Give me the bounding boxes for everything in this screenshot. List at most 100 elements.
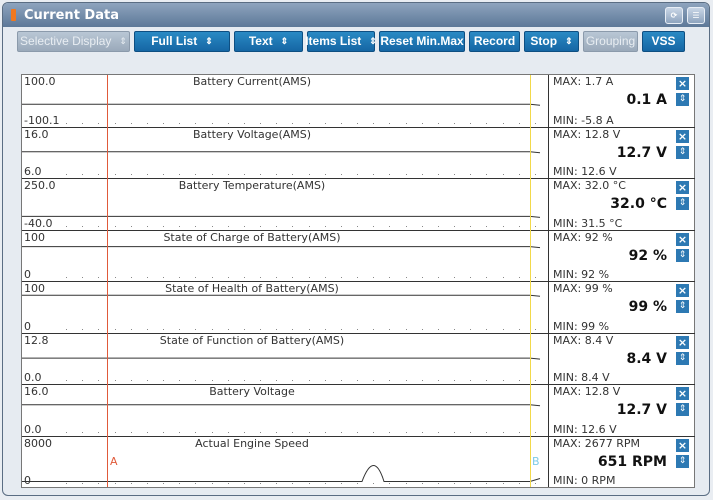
graph-row: 8000 Actual Engine Speed 0: [22, 435, 548, 487]
updown-icon[interactable]: ⇕: [676, 454, 689, 468]
window-title: Current Data: [24, 7, 119, 23]
min-value: MIN: 0 RPM: [553, 474, 616, 487]
max-value: MAX: 2677 RPM: [553, 436, 641, 450]
graph-area[interactable]: 100.0 Battery Current(AMS) -100.1 16.0 Batte…: [22, 75, 548, 487]
updown-caret-icon: ⇕: [369, 35, 377, 46]
max-value: MAX: 92 %: [553, 230, 613, 244]
updown-icon[interactable]: ⇕: [676, 351, 689, 365]
updown-icon[interactable]: ⇕: [676, 248, 689, 262]
vss-button[interactable]: VSS: [642, 30, 685, 52]
stop-dropdown[interactable]: Stop ⇕: [524, 30, 579, 52]
updown-icon[interactable]: ⇕: [676, 145, 689, 159]
cursor-a-line[interactable]: [107, 75, 108, 487]
min-value: MIN: 92 %: [553, 268, 610, 281]
min-value: MIN: 12.6 V: [553, 165, 617, 178]
stats-row: MAX: 12.8 V 12.7 V MIN: 12.6 V × ⇕: [549, 384, 695, 436]
selective-display-label: Selective Display: [20, 34, 112, 48]
current-data-window: Current Data ⟳ ☰ Selective Display ⇕ Full…: [2, 2, 710, 496]
full-list-label: Full List: [151, 34, 198, 48]
grouping-button[interactable]: Grouping: [583, 30, 638, 52]
min-value: MIN: 8.4 V: [553, 371, 610, 384]
updown-icon[interactable]: ⇕: [676, 197, 689, 210]
max-value: MAX: 32.0 °C: [553, 179, 626, 192]
orange-bar-icon: [11, 9, 16, 21]
text-label: Text: [248, 34, 273, 48]
trace-path: [22, 150, 541, 153]
current-value: 12.7 V: [616, 144, 667, 161]
max-value: MAX: 12.8 V: [553, 385, 621, 398]
max-value: MAX: 12.8 V: [553, 127, 621, 141]
stop-label: Stop: [530, 34, 558, 48]
current-value: 99 %: [628, 299, 667, 315]
trace-path: [22, 103, 541, 106]
close-icon[interactable]: ×: [676, 438, 689, 452]
close-icon[interactable]: ×: [676, 129, 689, 143]
graph-row: 16.0 Battery Voltage(AMS) 6.0: [22, 126, 548, 178]
signal-trace: [22, 245, 541, 248]
stats-row: MAX: 8.4 V 8.4 V MIN: 8.4 V × ⇕: [549, 332, 695, 384]
menu-icon[interactable]: ☰: [687, 6, 705, 24]
current-value: 92 %: [628, 247, 667, 264]
record-button[interactable]: Record: [469, 30, 520, 52]
current-value: 12.7 V: [616, 402, 667, 418]
items-list-dropdown[interactable]: Items List ⇕: [305, 30, 377, 52]
retry-icon[interactable]: ⟳: [665, 6, 683, 24]
updown-icon[interactable]: ⇕: [676, 403, 689, 416]
signal-trace: [22, 464, 541, 482]
current-value: 651 RPM: [597, 453, 667, 470]
toolbar: Selective Display ⇕ Full List ⇕ Text ⇕ Item…: [3, 27, 709, 55]
trace-path: [22, 464, 541, 482]
close-icon[interactable]: ×: [676, 232, 689, 246]
max-value: MAX: 1.7 A: [553, 75, 614, 88]
max-value: MAX: 99 %: [553, 282, 613, 295]
cursor-a-label: A: [110, 455, 118, 468]
graph-row: 100 State of Charge of Battery(AMS) 0: [22, 229, 548, 281]
min-value: MIN: 31.5 °C: [553, 216, 623, 230]
signal-trace: [22, 215, 541, 218]
selective-display-dropdown[interactable]: Selective Display ⇕: [17, 30, 130, 52]
signal-trace: [22, 150, 541, 153]
stats-row: MAX: 2677 RPM 651 RPM MIN: 0 RPM × ⇕: [549, 435, 695, 487]
data-panel: 100.0 Battery Current(AMS) -100.1 16.0 Batte…: [21, 74, 695, 488]
cursor-b-label: B: [532, 455, 540, 468]
close-icon[interactable]: ×: [676, 284, 689, 297]
graph-row: 100 State of Health of Battery(AMS) 0: [22, 281, 548, 333]
updown-caret-icon: ⇕: [565, 35, 573, 46]
updown-caret-icon: ⇕: [280, 35, 289, 46]
graph-row: 100.0 Battery Current(AMS) -100.1: [22, 75, 548, 127]
title-bar: Current Data ⟳ ☰: [3, 3, 709, 27]
cursor-b-line[interactable]: [530, 75, 531, 487]
min-value: MIN: 99 %: [553, 319, 610, 333]
trace-path: [22, 294, 541, 297]
items-list-label: Items List: [305, 34, 362, 48]
close-icon[interactable]: ×: [676, 387, 689, 400]
current-value: 8.4 V: [626, 350, 667, 367]
close-icon[interactable]: ×: [676, 335, 689, 349]
graph-row: 250.0 Battery Temperature(AMS) -40.0: [22, 178, 548, 230]
signal-trace: [22, 294, 541, 297]
graph-row: 12.8 State of Function of Battery(AMS) 0.0: [22, 332, 548, 384]
updown-caret-icon: ⇕: [119, 35, 127, 46]
stats-row: MAX: 32.0 °C 32.0 °C MIN: 31.5 °C × ⇕: [549, 178, 695, 230]
close-icon[interactable]: ×: [676, 181, 689, 194]
updown-icon[interactable]: ⇕: [676, 93, 689, 106]
signal-trace: [22, 404, 541, 407]
text-dropdown[interactable]: Text ⇕: [234, 30, 303, 52]
signal-trace: [22, 357, 541, 360]
updown-icon[interactable]: ⇕: [676, 300, 689, 313]
stats-row: MAX: 92 % 92 % MIN: 92 % × ⇕: [549, 229, 695, 281]
reset-min-max-button[interactable]: Reset Min.Max: [379, 30, 465, 52]
stats-row: MAX: 12.8 V 12.7 V MIN: 12.6 V × ⇕: [549, 126, 695, 178]
trace-path: [22, 404, 541, 407]
min-value: MIN: -5.8 A: [553, 113, 614, 127]
current-value: 0.1 A: [626, 92, 667, 108]
current-value: 32.0 °C: [610, 196, 667, 212]
trace-path: [22, 215, 541, 218]
stats-row: MAX: 1.7 A 0.1 A MIN: -5.8 A × ⇕: [549, 75, 695, 127]
max-value: MAX: 8.4 V: [553, 333, 614, 347]
full-list-dropdown[interactable]: Full List ⇕: [134, 30, 230, 52]
close-icon[interactable]: ×: [676, 77, 689, 90]
updown-caret-icon: ⇕: [205, 35, 213, 46]
stats-column: MAX: 1.7 A 0.1 A MIN: -5.8 A × ⇕ MAX: 12.8 V 1…: [548, 75, 695, 487]
min-value: MIN: 12.6 V: [553, 422, 617, 436]
